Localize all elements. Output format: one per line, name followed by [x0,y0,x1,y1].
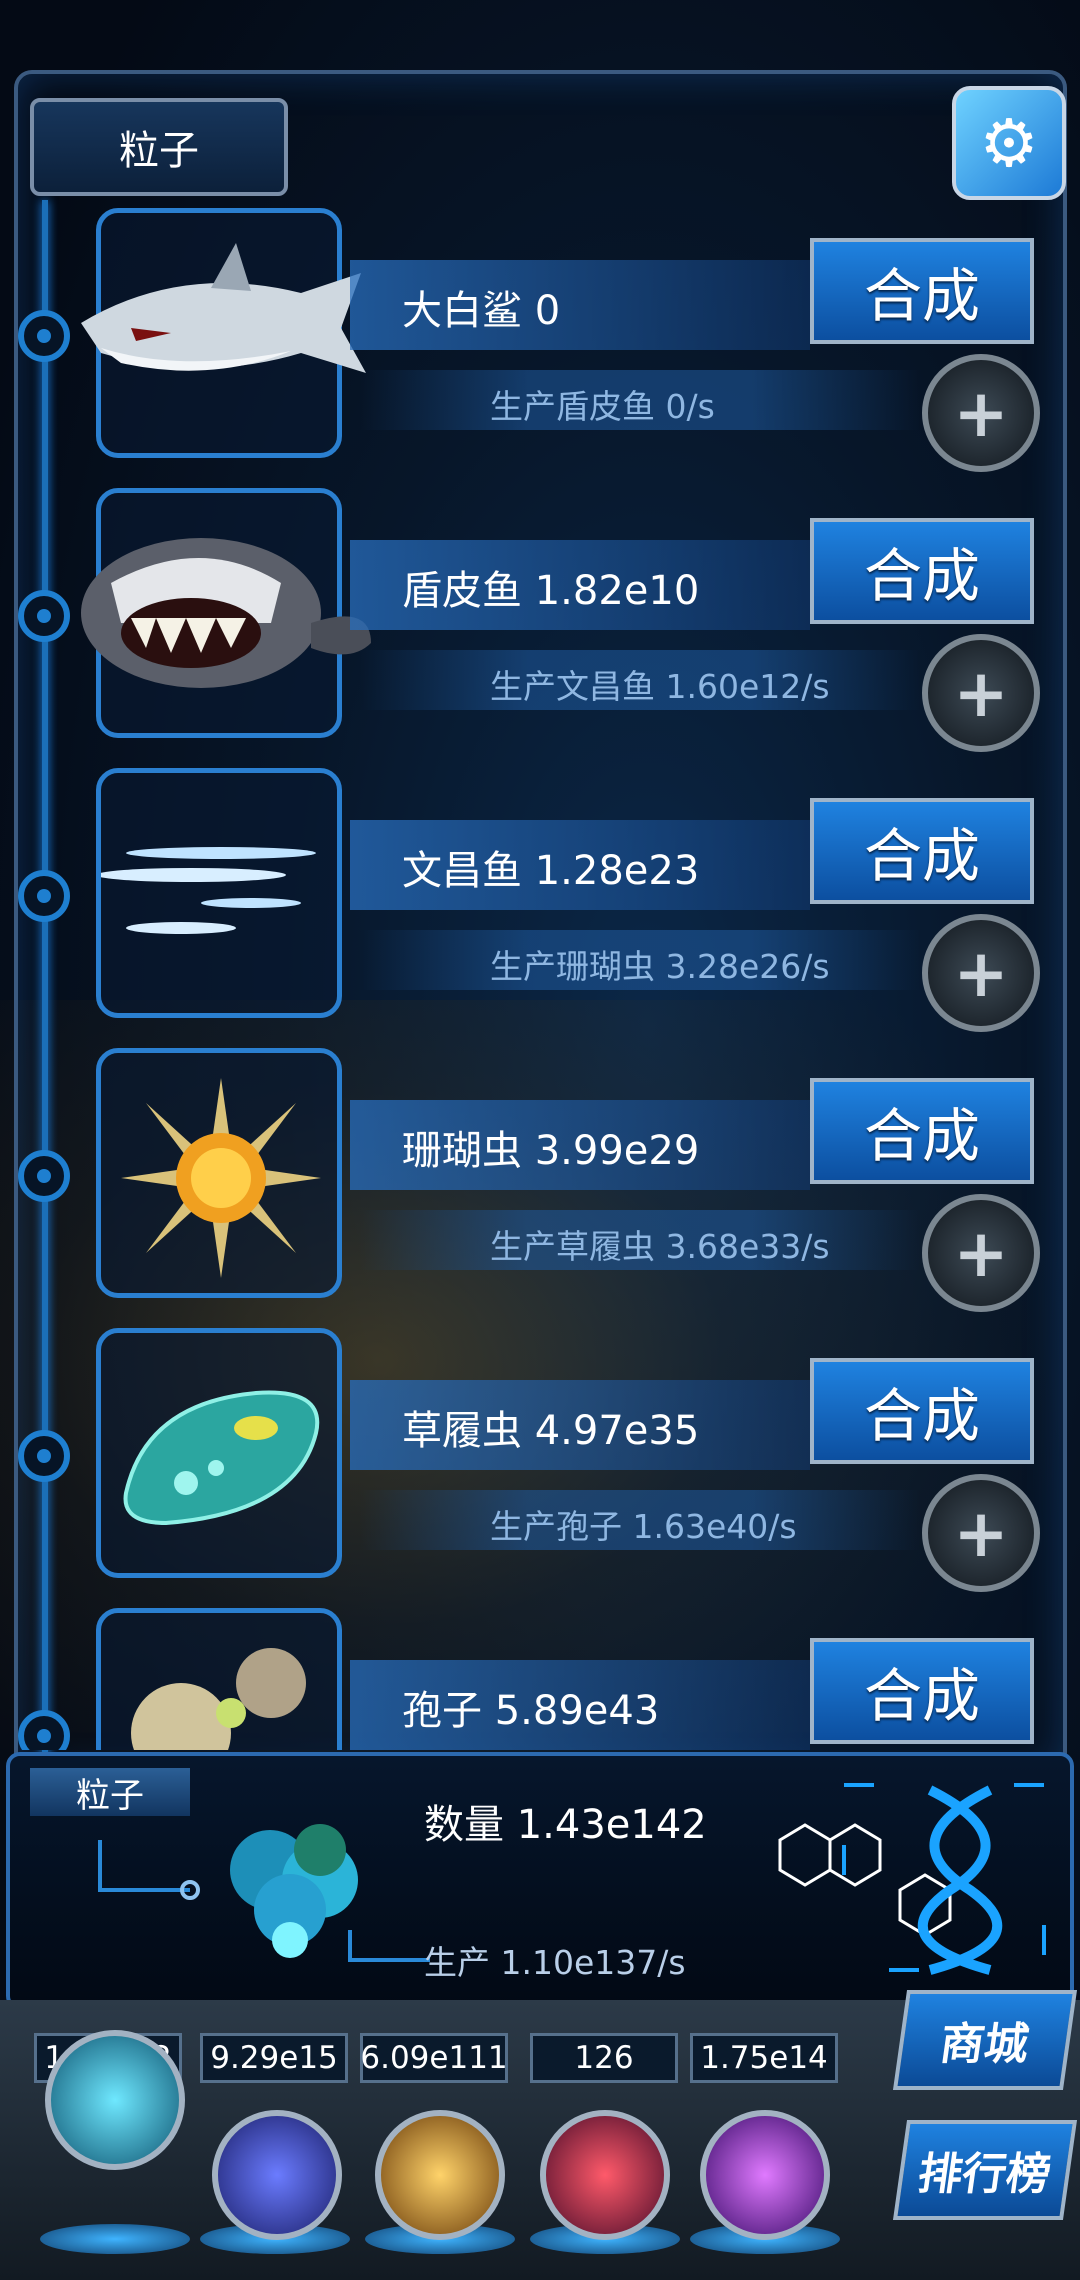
creature-row: 盾皮鱼 1.82e10 生产文昌鱼 1.60e12/s 合成 + [0,480,1080,760]
add-button[interactable]: + [922,1194,1040,1312]
particle-cluster-icon [98,1824,430,1962]
timeline-node [18,1150,70,1202]
galaxy-orb-icon[interactable] [375,2110,505,2240]
combine-button[interactable]: 合成 [810,238,1034,344]
creature-production: 生产盾皮鱼 0/s [490,387,715,426]
particle-orb-icon[interactable] [45,2030,185,2170]
creature-row: 文昌鱼 1.28e23 生产珊瑚虫 3.28e26/s 合成 + [0,760,1080,1040]
plus-icon: + [953,1494,1009,1572]
combine-button[interactable]: 合成 [810,1078,1034,1184]
creature-production: 生产孢子 1.63e40/s [490,1507,797,1546]
creature-name: 珊瑚虫 3.99e29 [402,1128,700,1174]
dna-icon [778,1783,1046,1975]
lancelet-icon [101,847,316,934]
spore-icon [131,1648,306,1750]
plus-icon: + [953,1214,1009,1292]
creature-card [96,1048,342,1298]
creature-production: 生产草履虫 3.68e33/s [490,1227,830,1266]
add-button[interactable]: + [922,914,1040,1032]
timeline-node [18,870,70,922]
creature-card [81,488,371,738]
creature-row: 珊瑚虫 3.99e29 生产草履虫 3.68e33/s 合成 + [0,1040,1080,1320]
creature-card [81,208,366,458]
particle-production: 生产 1.10e137/s [424,1943,686,1982]
paramecium-icon [123,1390,320,1526]
combine-button[interactable]: 合成 [810,798,1034,904]
plus-icon: + [953,654,1009,732]
creature-name: 大白鲨 0 [402,288,561,334]
plus-icon: + [953,934,1009,1012]
combine-button[interactable]: 合成 [810,1358,1034,1464]
resource-value: 1.75e14 [690,2033,838,2083]
shop-button[interactable]: 商城 [892,1990,1078,2090]
creature-card [96,1608,342,1750]
creature-row: 孢子 5.89e43 合成 [0,1600,1080,1750]
creature-name: 草履虫 4.97e35 [402,1408,700,1454]
add-button[interactable]: + [922,1474,1040,1592]
creature-name: 孢子 5.89e43 [402,1688,660,1734]
creature-name: 文昌鱼 1.28e23 [402,848,700,894]
particle-tab[interactable]: 粒子 [30,98,288,196]
rank-button[interactable]: 排行榜 [892,2120,1078,2220]
creature-row: 大白鲨 0 生产盾皮鱼 0/s 合成 + [0,200,1080,480]
brain-orb-icon[interactable] [540,2110,670,2240]
creature-row: 草履虫 4.97e35 生产孢子 1.63e40/s 合成 + [0,1320,1080,1600]
add-button[interactable]: + [922,354,1040,472]
resource-value: 6.09e111 [360,2033,508,2083]
placoderm-icon [81,538,371,688]
creature-card [96,1328,342,1578]
vortex-orb-icon[interactable] [700,2110,830,2240]
particle-quantity: 数量 1.43e142 [424,1802,707,1848]
resource-value: 9.29e15 [200,2033,348,2083]
combine-button[interactable]: 合成 [810,518,1034,624]
timeline-node [18,1430,70,1482]
creature-production: 生产珊瑚虫 3.28e26/s [490,947,830,986]
combine-button[interactable]: 合成 [810,1638,1034,1744]
add-button[interactable]: + [922,634,1040,752]
plus-icon: + [953,374,1009,452]
creature-production: 生产文昌鱼 1.60e12/s [490,667,830,706]
settings-button[interactable]: ⚙ [952,86,1066,200]
shark-icon [81,243,366,373]
timeline-node [18,1710,70,1750]
gear-icon: ⚙ [979,104,1039,182]
coral-polyp-icon [121,1078,321,1278]
creature-card [96,768,342,1018]
pedestal [40,2224,190,2254]
resource-value: 126 [530,2033,678,2083]
creature-name: 盾皮鱼 1.82e10 [402,568,700,614]
lightning-orb-icon[interactable] [212,2110,342,2240]
